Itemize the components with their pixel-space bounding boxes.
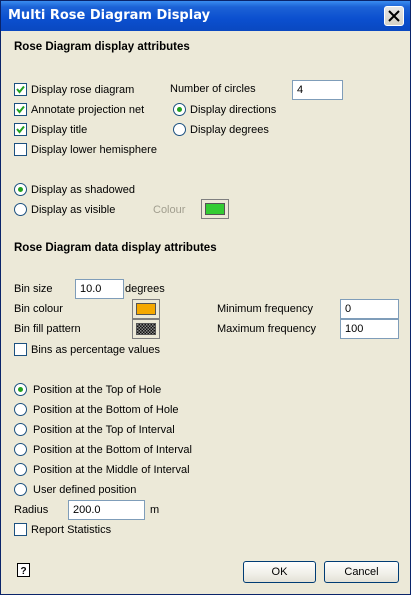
checkmark-icon: [16, 85, 25, 94]
bins-as-percentage-label: Bins as percentage values: [31, 344, 161, 356]
cancel-button[interactable]: Cancel: [324, 561, 399, 583]
position-label-middle-of-interval: Position at the Middle of Interval: [33, 464, 190, 476]
position-radio-bottom-of-hole[interactable]: [14, 403, 27, 416]
display-as-shadowed-radio[interactable]: [14, 183, 27, 196]
section-heading-data: Rose Diagram data display attributes: [14, 242, 217, 254]
fill-pattern-swatch: [136, 323, 156, 335]
close-icon: [388, 10, 400, 22]
bins-as-percentage-checkbox[interactable]: [14, 343, 27, 356]
bin-colour-swatch: [136, 303, 156, 315]
bin-fill-pattern-button[interactable]: [132, 319, 160, 339]
bin-colour-button[interactable]: [132, 299, 160, 319]
number-of-circles-input[interactable]: 4: [292, 80, 343, 100]
position-label-top-of-hole: Position at the Top of Hole: [33, 384, 162, 396]
display-degrees-label: Display degrees: [190, 124, 269, 136]
maximum-frequency-input[interactable]: 100: [340, 319, 399, 339]
display-rose-diagram-label: Display rose diagram: [31, 84, 135, 96]
display-rose-diagram-checkbox[interactable]: [14, 83, 27, 96]
bin-fill-pattern-label: Bin fill pattern: [14, 323, 81, 335]
position-radio-top-of-interval[interactable]: [14, 423, 27, 436]
position-radio-bottom-of-interval[interactable]: [14, 443, 27, 456]
checkmark-icon: [16, 125, 25, 134]
position-label-user-defined: User defined position: [33, 484, 137, 496]
window-title: Multi Rose Diagram Display: [8, 8, 211, 23]
position-radio-middle-of-interval[interactable]: [14, 463, 27, 476]
display-as-shadowed-label: Display as shadowed: [31, 184, 135, 196]
colour-label: Colour: [153, 204, 186, 216]
position-radio-top-of-hole[interactable]: [14, 383, 27, 396]
section-heading-display: Rose Diagram display attributes: [14, 41, 190, 53]
number-of-circles-label: Number of circles: [170, 83, 256, 95]
position-label-top-of-interval: Position at the Top of Interval: [33, 424, 175, 436]
radius-unit: m: [150, 504, 160, 516]
radius-input[interactable]: 200.0: [68, 500, 145, 520]
checkmark-icon: [16, 105, 25, 114]
radius-label: Radius: [14, 504, 49, 516]
maximum-frequency-label: Maximum frequency: [217, 323, 317, 335]
report-statistics-label: Report Statistics: [31, 524, 112, 536]
title-bar: Multi Rose Diagram Display: [1, 1, 410, 31]
display-title-label: Display title: [31, 124, 88, 136]
dialog-window: Multi Rose Diagram Display Rose Diagram …: [0, 0, 411, 595]
close-button[interactable]: [384, 6, 404, 26]
display-lower-hemisphere-checkbox[interactable]: [14, 143, 27, 156]
display-title-checkbox[interactable]: [14, 123, 27, 136]
minimum-frequency-label: Minimum frequency: [217, 303, 313, 315]
minimum-frequency-input[interactable]: 0: [340, 299, 399, 319]
display-as-visible-label: Display as visible: [31, 204, 116, 216]
annotate-projection-net-label: Annotate projection net: [31, 104, 145, 116]
ok-button[interactable]: OK: [243, 561, 316, 583]
help-icon[interactable]: ?: [17, 563, 31, 578]
position-radio-user-defined[interactable]: [14, 483, 27, 496]
position-label-bottom-of-interval: Position at the Bottom of Interval: [33, 444, 192, 456]
bin-size-unit: degrees: [125, 283, 165, 295]
colour-swatch: [205, 203, 225, 215]
bin-colour-label: Bin colour: [14, 303, 63, 315]
display-as-visible-radio[interactable]: [14, 203, 27, 216]
display-directions-label: Display directions: [190, 104, 277, 116]
bin-size-input[interactable]: 10.0: [75, 279, 124, 299]
report-statistics-checkbox[interactable]: [14, 523, 27, 536]
position-label-bottom-of-hole: Position at the Bottom of Hole: [33, 404, 179, 416]
display-degrees-radio[interactable]: [173, 123, 186, 136]
bin-size-label: Bin size: [14, 283, 53, 295]
colour-picker-button[interactable]: [201, 199, 229, 219]
display-directions-radio[interactable]: [173, 103, 186, 116]
display-lower-hemisphere-label: Display lower hemisphere: [31, 144, 157, 156]
svg-text:?: ?: [20, 566, 26, 577]
annotate-projection-net-checkbox[interactable]: [14, 103, 27, 116]
